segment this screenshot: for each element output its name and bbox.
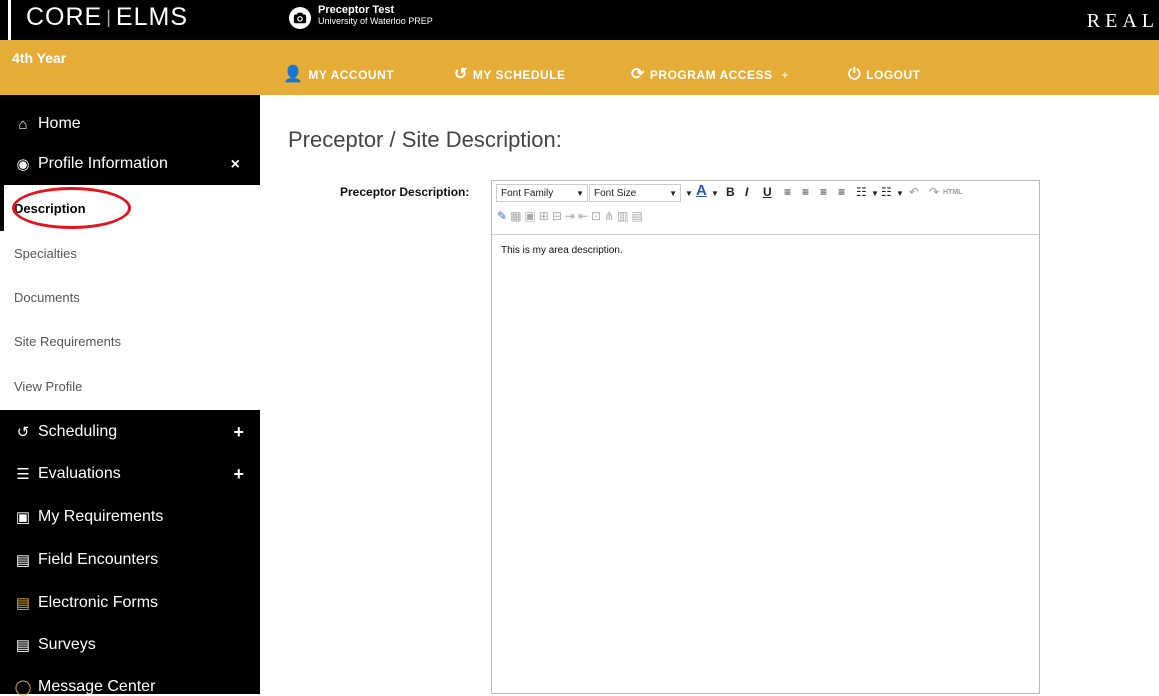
page-title: Preceptor / Site Description: (288, 127, 562, 152)
document-icon: ▤ (15, 637, 31, 654)
my-account-link[interactable]: 👤 MY ACCOUNT (283, 67, 394, 83)
table-icon[interactable]: ▦ (510, 209, 521, 223)
highlight-annotation (12, 187, 131, 229)
logout-link[interactable]: ⏻ LOGOUT (848, 67, 920, 83)
brand-text: REAL (1086, 10, 1159, 32)
active-indicator (0, 185, 4, 231)
merge-cells-icon[interactable]: ⊡ (591, 209, 601, 223)
font-size-select[interactable]: Font Size ▼ (589, 184, 681, 202)
camera-icon[interactable] (289, 7, 311, 29)
font-color-icon[interactable]: A (696, 182, 707, 199)
sidebar-item-evaluations[interactable]: ☰ Evaluations (14, 465, 120, 483)
numbered-list-icon[interactable]: ☷ (881, 185, 892, 199)
sidebar: ⌂ Home ◉ Profile Information × Descripti… (0, 95, 260, 696)
home-icon: ⌂ (18, 115, 28, 133)
redo-icon[interactable]: ↷ (929, 185, 939, 199)
expand-evaluations-icon[interactable]: + (233, 464, 244, 485)
user-circle-icon: ◉ (16, 156, 30, 173)
bullet-list-dropdown-icon[interactable]: ▼ (871, 189, 879, 198)
cell-props-icon[interactable]: ▥ (617, 209, 628, 223)
row-props-icon[interactable]: ▤ (631, 209, 642, 223)
file-icon: ▤ (15, 595, 31, 612)
delete-row-icon[interactable]: ⊟ (552, 209, 562, 223)
edit-icon[interactable]: ✎ (497, 209, 507, 223)
align-center-icon[interactable]: ≡ (802, 185, 809, 199)
sidebar-item-home[interactable]: ⌂ Home (14, 115, 80, 133)
year-label[interactable]: 4th Year (12, 50, 66, 66)
font-color-dropdown-icon[interactable]: ▼ (711, 189, 719, 198)
my-schedule-link[interactable]: ↺ MY SCHEDULE (454, 67, 566, 83)
user-edit-icon: 👤 (283, 66, 304, 83)
rich-text-editor[interactable]: Font Family ▼ Font Size ▼ ▼ A ▼ B I U ≡ … (491, 180, 1040, 694)
sidebar-subitem-specialties[interactable]: Specialties (14, 246, 77, 261)
collapse-icon[interactable]: × (231, 156, 240, 174)
user-name: Preceptor Test (318, 4, 395, 16)
history-icon: ↺ (454, 66, 468, 83)
editor-toolbar: Font Family ▼ Font Size ▼ ▼ A ▼ B I U ≡ … (492, 181, 1039, 235)
sync-icon: ⟳ (631, 66, 645, 83)
expand-scheduling-icon[interactable]: + (233, 422, 244, 443)
clipboard-check-icon: ▣ (15, 509, 31, 526)
sidebar-item-surveys[interactable]: ▤ Surveys (14, 636, 96, 654)
dropdown-arrow-icon[interactable]: ▼ (685, 189, 693, 198)
sidebar-item-scheduling[interactable]: ↺ Scheduling (14, 423, 117, 441)
main-nav: 4th Year 👤 MY ACCOUNT ↺ MY SCHEDULE ⟳ PR… (0, 40, 1159, 95)
editor-toolbar-row-2: ✎ ▦ ▣ ⊞ ⊟ ⇥ ⇤ ⊡ ⋔ ▥ ▤ (497, 209, 643, 223)
justify-icon[interactable]: ≡ (838, 185, 845, 199)
top-bar: CORE | ELMS Preceptor Test University of W… (0, 0, 1159, 40)
sidebar-subitem-documents[interactable]: Documents (14, 290, 80, 305)
font-family-select[interactable]: Font Family ▼ (496, 184, 588, 202)
id-card-icon: ▤ (15, 552, 31, 569)
underline-icon[interactable]: U (763, 185, 772, 199)
chat-bubble-icon: ◯ (14, 679, 32, 696)
table-props-icon[interactable]: ▣ (524, 209, 535, 223)
power-icon: ⏻ (848, 66, 862, 83)
user-organization: University of Waterloo PREP (318, 16, 433, 26)
align-left-icon[interactable]: ≡ (784, 185, 791, 199)
html-icon[interactable]: HTML (943, 189, 962, 196)
logo-text: CORE | ELMS (26, 2, 189, 31)
delete-col-icon[interactable]: ⇤ (578, 209, 588, 223)
expand-plus-icon: + (781, 68, 789, 82)
insert-row-icon[interactable]: ⊞ (539, 209, 549, 223)
sidebar-item-message-center[interactable]: ◯ Message Center (14, 678, 156, 696)
numbered-list-dropdown-icon[interactable]: ▼ (896, 189, 904, 198)
chevron-down-icon: ▼ (669, 188, 677, 198)
undo-icon[interactable]: ↶ (909, 185, 919, 199)
italic-icon[interactable]: I (745, 185, 748, 199)
sidebar-subitem-site-requirements[interactable]: Site Requirements (14, 334, 121, 349)
chevron-down-icon: ▼ (576, 188, 584, 198)
preceptor-description-label: Preceptor Description: (340, 185, 470, 199)
bullet-list-icon[interactable]: ☷ (856, 185, 867, 199)
editor-content[interactable]: This is my area description. (501, 245, 623, 256)
sidebar-item-my-requirements[interactable]: ▣ My Requirements (14, 508, 163, 526)
checklist-icon: ☰ (16, 466, 30, 483)
sidebar-subitem-view-profile[interactable]: View Profile (14, 379, 82, 394)
align-right-icon[interactable]: ≡ (820, 185, 827, 199)
core-elms-logo[interactable]: CORE | ELMS (8, 0, 258, 40)
program-access-link[interactable]: ⟳ PROGRAM ACCESS + (631, 67, 789, 83)
bold-icon[interactable]: B (726, 185, 735, 199)
split-cells-icon[interactable]: ⋔ (604, 209, 614, 223)
sidebar-item-electronic-forms[interactable]: ▤ Electronic Forms (14, 594, 158, 612)
sidebar-item-field-encounters[interactable]: ▤ Field Encounters (14, 551, 158, 569)
insert-col-icon[interactable]: ⇥ (565, 209, 575, 223)
sidebar-item-profile-information[interactable]: ◉ Profile Information (14, 155, 167, 173)
history-icon: ↺ (16, 424, 30, 441)
